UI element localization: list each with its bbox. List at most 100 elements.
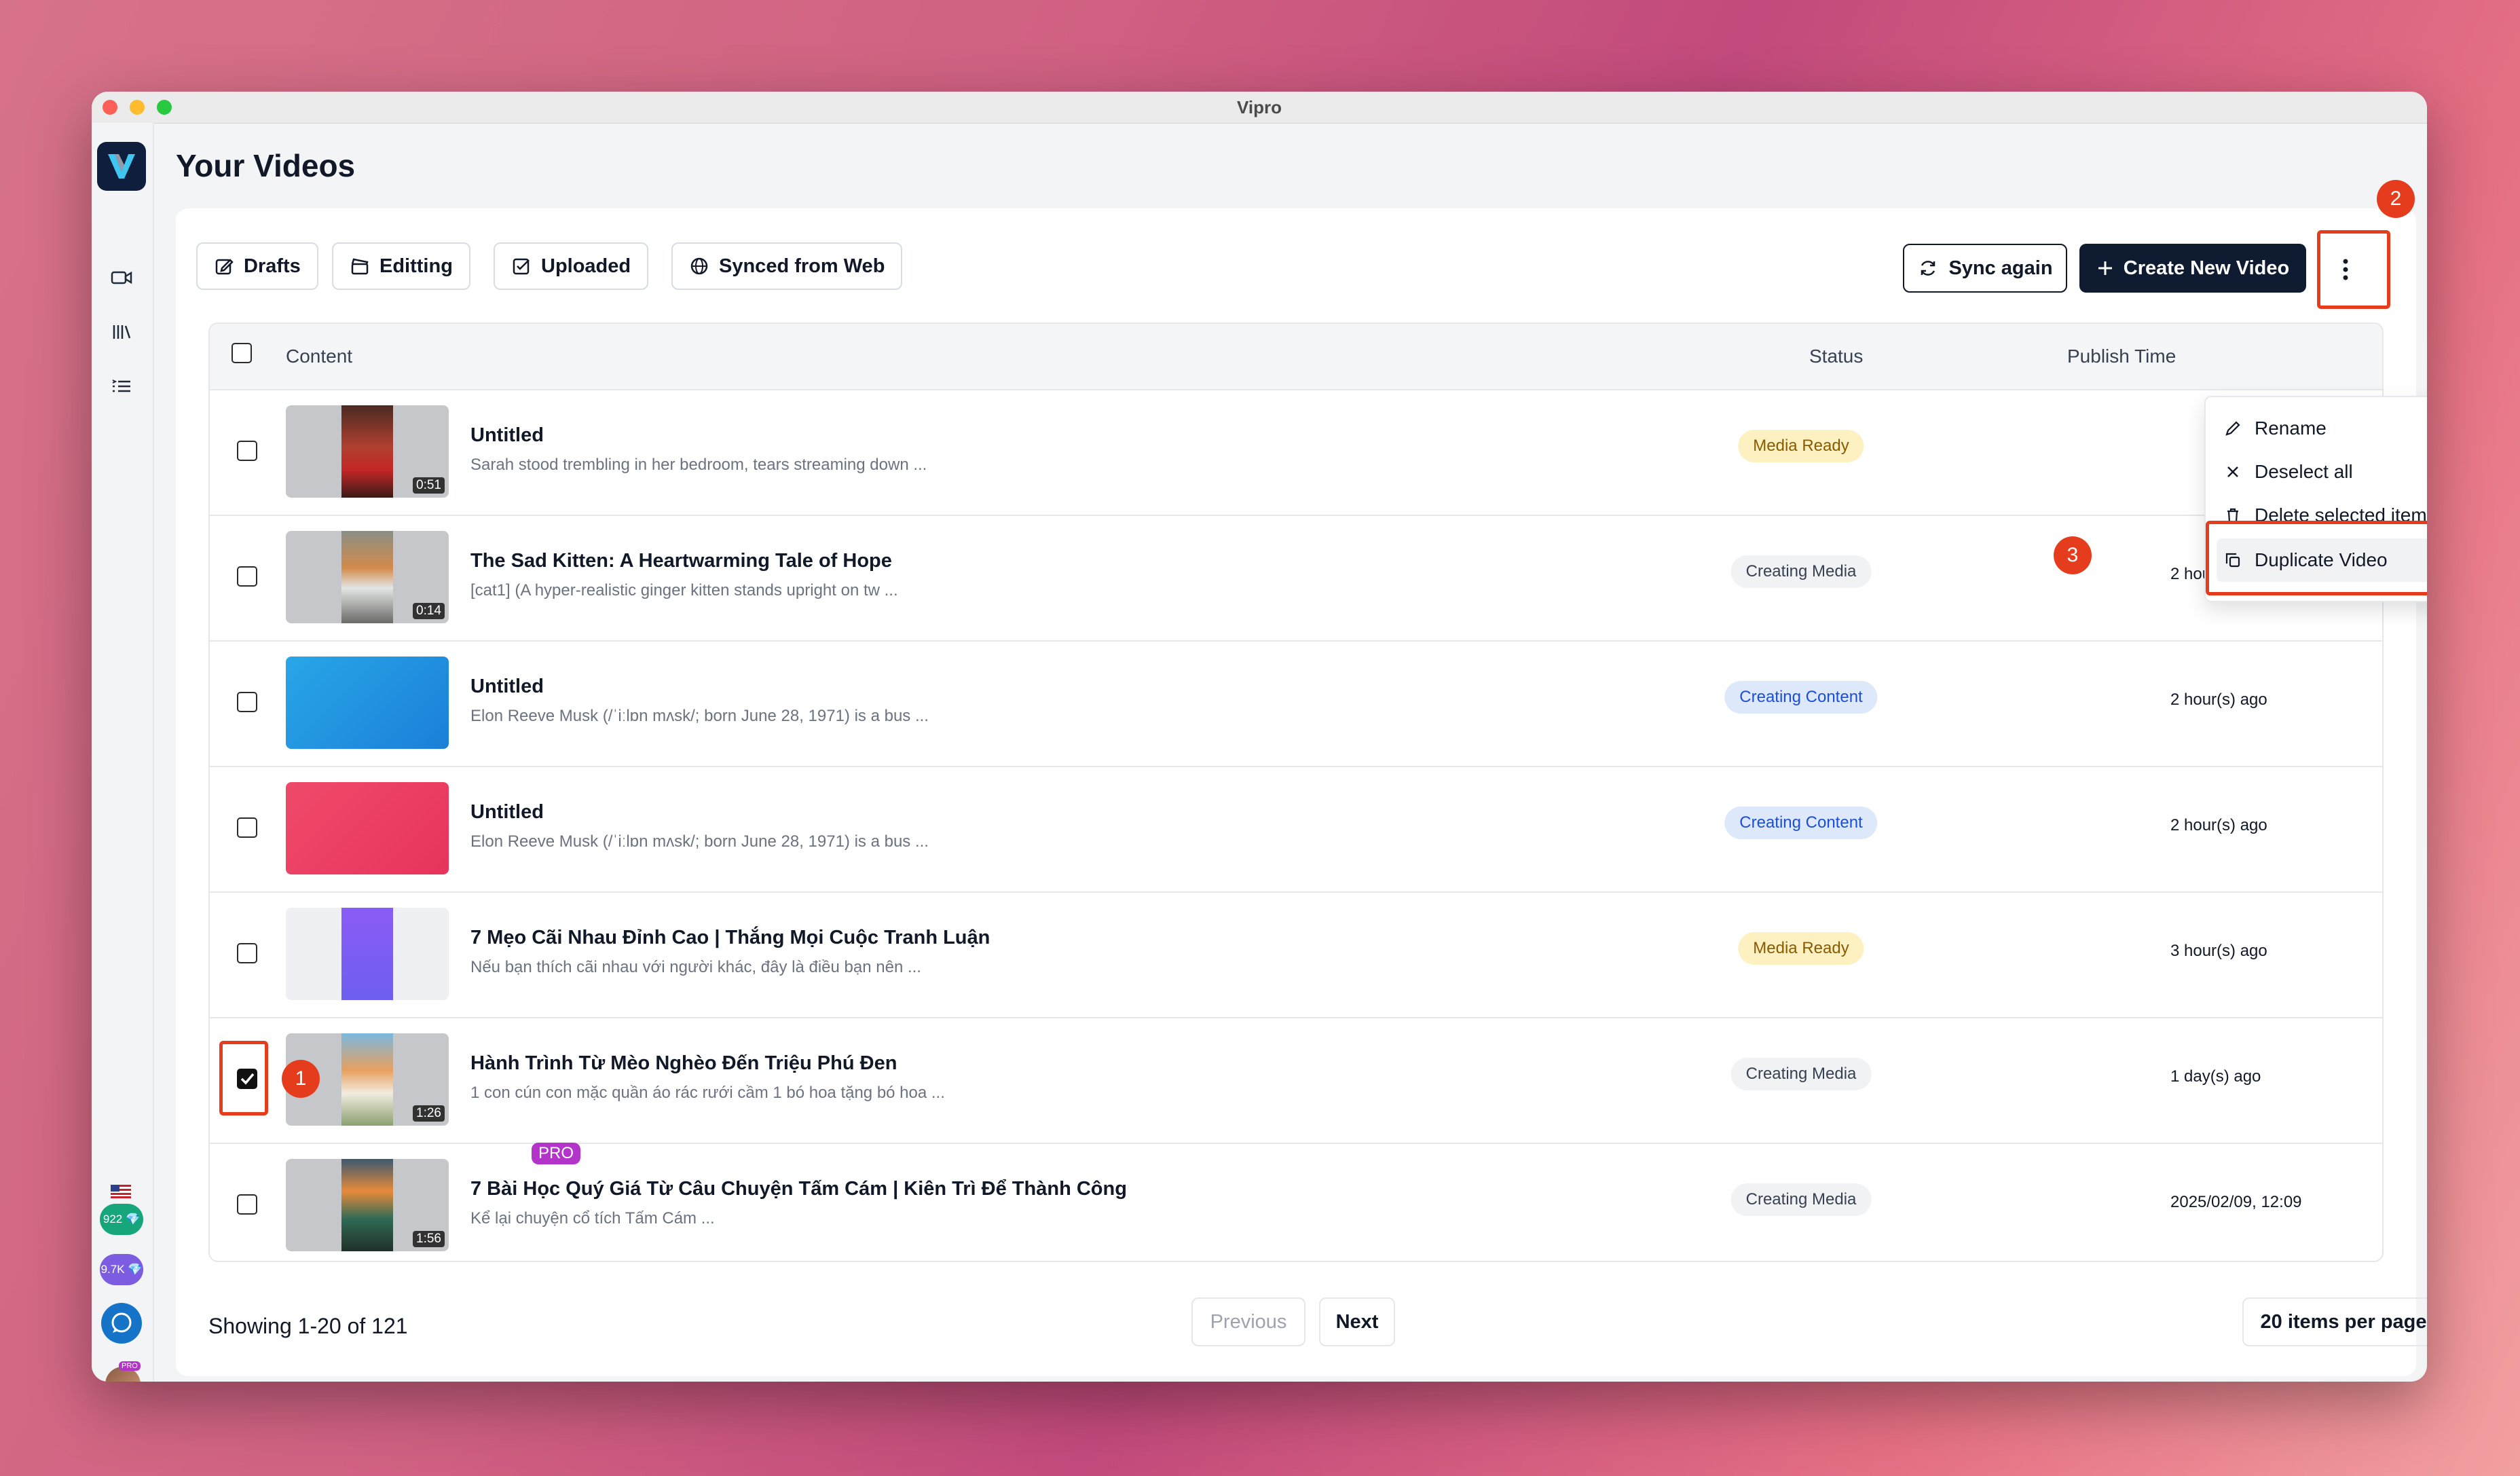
previous-page-button[interactable]: Previous (1191, 1297, 1305, 1346)
content-column-header: Content (286, 346, 353, 367)
select-all-checkbox[interactable] (231, 343, 252, 363)
video-description: Elon Reeve Musk (/ˈiːlɒn mʌsk/; born Jun… (470, 707, 929, 725)
create-new-video-button[interactable]: Create New Video (2079, 244, 2306, 293)
row-checkbox[interactable] (237, 943, 257, 963)
title-bar: Vipro (92, 92, 2427, 124)
list-icon[interactable] (108, 373, 135, 400)
page-title: Your Videos (176, 148, 356, 183)
status-badge: Creating Media (1730, 1058, 1872, 1090)
annotation-box-checkbox (219, 1041, 268, 1115)
video-title[interactable]: The Sad Kitten: A Heartwarming Tale of H… (470, 550, 892, 572)
create-new-video-label: Create New Video (2123, 257, 2290, 279)
row-checkbox[interactable] (237, 1194, 257, 1215)
annotation-box-more (2317, 230, 2390, 309)
video-title[interactable]: Untitled (470, 676, 544, 698)
tab-label: Synced from Web (719, 255, 885, 277)
menu-item-rename[interactable]: Rename (2217, 407, 2427, 450)
table-row[interactable]: 0:51 Untitled Sarah stood trembling in h… (210, 389, 2382, 516)
table-row[interactable]: 0:14 The Sad Kitten: A Heartwarming Tale… (210, 515, 2382, 642)
credit-badge-gems[interactable]: 922 💎 (100, 1204, 143, 1235)
menu-item-label: Deselect all (2255, 461, 2353, 482)
row-checkbox[interactable] (237, 692, 257, 712)
items-per-page-select[interactable]: 20 items per page (2242, 1297, 2427, 1346)
table-row[interactable]: 1:26 Hành Trình Từ Mèo Nghèo Đến Triệu P… (210, 1017, 2382, 1144)
table-row[interactable]: Untitled Elon Reeve Musk (/ˈiːlɒn mʌsk/;… (210, 640, 2382, 767)
video-title[interactable]: Untitled (470, 801, 544, 824)
tab-label: Drafts (244, 255, 301, 277)
video-title[interactable]: 7 Mẹo Cãi Nhau Đỉnh Cao | Thắng Mọi Cuộc… (470, 927, 990, 949)
items-per-page-label: 20 items per page (2260, 1310, 2427, 1333)
status-badge: Media Ready (1738, 932, 1864, 965)
tab-uploaded[interactable]: Uploaded (494, 242, 649, 290)
status-badge: Creating Content (1724, 681, 1878, 714)
video-title[interactable]: Hành Trình Từ Mèo Nghèo Đến Triệu Phú Đe… (470, 1052, 897, 1075)
video-duration: 0:14 (413, 603, 445, 619)
sync-again-button[interactable]: Sync again (1903, 244, 2067, 293)
app-window: Vipro 922 💎 9.7K 💎 PRO Your Videos Draft… (92, 92, 2427, 1382)
table-header: Content Status Publish Time (210, 324, 2382, 390)
video-thumbnail[interactable] (286, 657, 449, 749)
status-column-header: Status (1809, 346, 1864, 367)
globe-icon (690, 257, 708, 275)
us-flag-icon[interactable] (111, 1185, 131, 1198)
annotation-box-duplicate (2206, 521, 2427, 595)
publish-time: 2025/02/09, 12:09 (2170, 1193, 2302, 1211)
video-title[interactable]: 7 Bài Học Quý Giá Từ Câu Chuyện Tấm Cám … (470, 1178, 1127, 1200)
sync-again-label: Sync again (1948, 257, 2053, 279)
avatar-pro-badge: PRO (119, 1361, 141, 1371)
chat-button[interactable] (101, 1303, 142, 1344)
publish-time: 3 hour(s) ago (2170, 942, 2267, 960)
tab-label: Editting (379, 255, 453, 277)
video-thumbnail[interactable]: 1:56 (286, 1159, 449, 1251)
tab-drafts[interactable]: Drafts (196, 242, 318, 290)
publish-time: 2 hour(s) ago (2170, 690, 2267, 709)
table-row[interactable]: Untitled Elon Reeve Musk (/ˈiːlɒn mʌsk/;… (210, 766, 2382, 893)
videos-table: Content Status Publish Time 0:51 Untitle… (208, 322, 2384, 1262)
video-description: [cat1] (A hyper-realistic ginger kitten … (470, 581, 898, 599)
video-description: Elon Reeve Musk (/ˈiːlɒn mʌsk/; born Jun… (470, 832, 929, 851)
video-description: 1 con cún con mặc quần áo rác rưới cầm 1… (470, 1084, 945, 1102)
refresh-icon (1921, 261, 1935, 276)
status-badge: Creating Content (1724, 807, 1878, 839)
sidebar: 922 💎 9.7K 💎 PRO (92, 123, 154, 1382)
next-page-button[interactable]: Next (1319, 1297, 1395, 1346)
pagination-summary: Showing 1-20 of 121 (208, 1314, 408, 1338)
row-checkbox[interactable] (237, 441, 257, 461)
x-icon (2227, 466, 2238, 477)
table-row[interactable]: 7 Mẹo Cãi Nhau Đỉnh Cao | Thắng Mọi Cuộc… (210, 891, 2382, 1018)
tab-synced-from-web[interactable]: Synced from Web (671, 242, 903, 290)
pro-badge: PRO (532, 1143, 581, 1164)
app-logo[interactable] (97, 142, 146, 191)
tab-label: Uploaded (541, 255, 631, 277)
video-title[interactable]: Untitled (470, 424, 544, 447)
credit-badge-pro-gems[interactable]: 9.7K 💎 (100, 1254, 143, 1285)
tab-editting[interactable]: Editting (332, 242, 470, 290)
publish-time-column-header: Publish Time (2067, 346, 2176, 367)
video-thumbnail[interactable] (286, 908, 449, 1000)
annotation-marker-3: 3 (2054, 536, 2092, 574)
video-icon[interactable] (108, 264, 135, 291)
video-description: Kể lại chuyện cổ tích Tấm Cám ... (470, 1209, 715, 1228)
edit-icon (215, 259, 234, 275)
video-thumbnail[interactable]: 0:51 (286, 405, 449, 498)
plus-icon (2098, 261, 2112, 275)
video-thumbnail[interactable]: 0:14 (286, 531, 449, 623)
library-icon[interactable] (108, 318, 135, 346)
annotation-marker-1: 1 (282, 1060, 320, 1098)
menu-item-deselect-all[interactable]: Deselect all (2217, 450, 2427, 494)
video-thumbnail[interactable] (286, 782, 449, 874)
window-title: Vipro (1237, 97, 1282, 117)
video-description: Nếu bạn thích cãi nhau với người khác, đ… (470, 958, 921, 976)
checkbox-icon (513, 258, 530, 275)
video-duration: 1:56 (413, 1231, 445, 1247)
row-checkbox[interactable] (237, 817, 257, 838)
videos-card: Drafts Editting Uploaded Synced from Web… (176, 208, 2427, 1376)
status-badge: Creating Media (1730, 1183, 1872, 1216)
status-badge: Media Ready (1738, 430, 1864, 462)
row-checkbox[interactable] (237, 566, 257, 587)
annotation-marker-2: 2 (2377, 180, 2415, 218)
pencil-icon (2225, 421, 2240, 436)
video-duration: 0:51 (413, 477, 445, 494)
publish-time: 1 day(s) ago (2170, 1067, 2261, 1086)
table-row[interactable]: 1:56 PRO 7 Bài Học Quý Giá Từ Câu Chuyện… (210, 1143, 2382, 1261)
